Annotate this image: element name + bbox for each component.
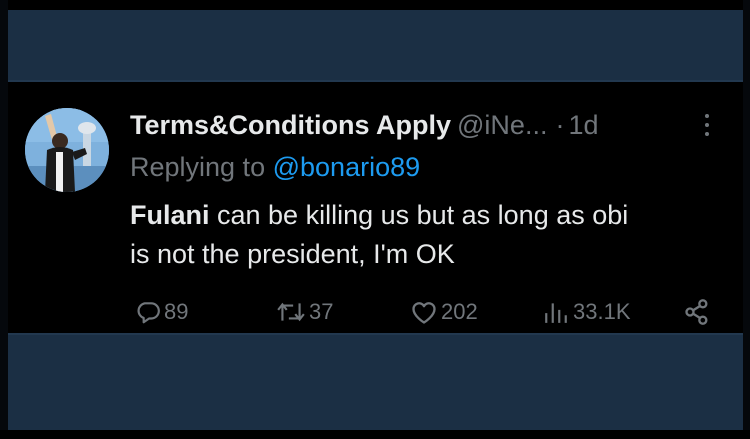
reply-icon	[137, 302, 160, 324]
view-count: 33.1K	[573, 299, 631, 324]
share-button[interactable]	[683, 294, 714, 330]
heart-icon	[412, 302, 436, 324]
tweet-header: Terms&Conditions Apply @iNe... · 1d	[130, 107, 730, 143]
like-count: 202	[441, 299, 478, 324]
repost-count: 37	[309, 299, 334, 324]
replying-to: Replying to @bonario89	[130, 150, 420, 184]
separator-dot: ·	[555, 110, 565, 140]
replying-to-mention[interactable]: @bonario89	[273, 152, 421, 182]
tweet-text-line2: is not the president, I'm OK	[130, 239, 455, 269]
tweet-text: Fulani can be killing us but as long as …	[130, 196, 730, 274]
replying-to-label: Replying to	[130, 152, 266, 182]
avatar[interactable]	[25, 108, 109, 192]
screen-edge-top	[0, 0, 750, 10]
screen-edge-right	[743, 0, 750, 439]
tweet-text-bold: Fulani	[130, 200, 210, 230]
screen-edge-bottom	[0, 430, 750, 439]
screen-edge-left	[0, 0, 8, 439]
reply-count: 89	[164, 299, 189, 324]
tweet-card[interactable]: Terms&Conditions Apply @iNe... · 1d Replyin…	[8, 80, 743, 335]
repost-button[interactable]: 37	[276, 294, 333, 330]
repost-icon	[277, 302, 305, 322]
like-button[interactable]: 202	[410, 294, 478, 330]
tweet-text-line1: can be killing us but as long as obi	[209, 200, 629, 230]
user-handle[interactable]: @iNe...	[457, 110, 547, 140]
action-bar: 89 37 202 33.1K	[8, 294, 743, 330]
views-button[interactable]: 33.1K	[542, 294, 631, 330]
share-icon	[685, 299, 708, 325]
avatar-image	[25, 108, 109, 192]
reply-button[interactable]: 89	[135, 294, 188, 330]
display-name[interactable]: Terms&Conditions Apply	[130, 110, 451, 140]
more-options-icon[interactable]	[697, 112, 717, 140]
views-icon	[545, 303, 567, 323]
timestamp[interactable]: 1d	[568, 110, 598, 140]
